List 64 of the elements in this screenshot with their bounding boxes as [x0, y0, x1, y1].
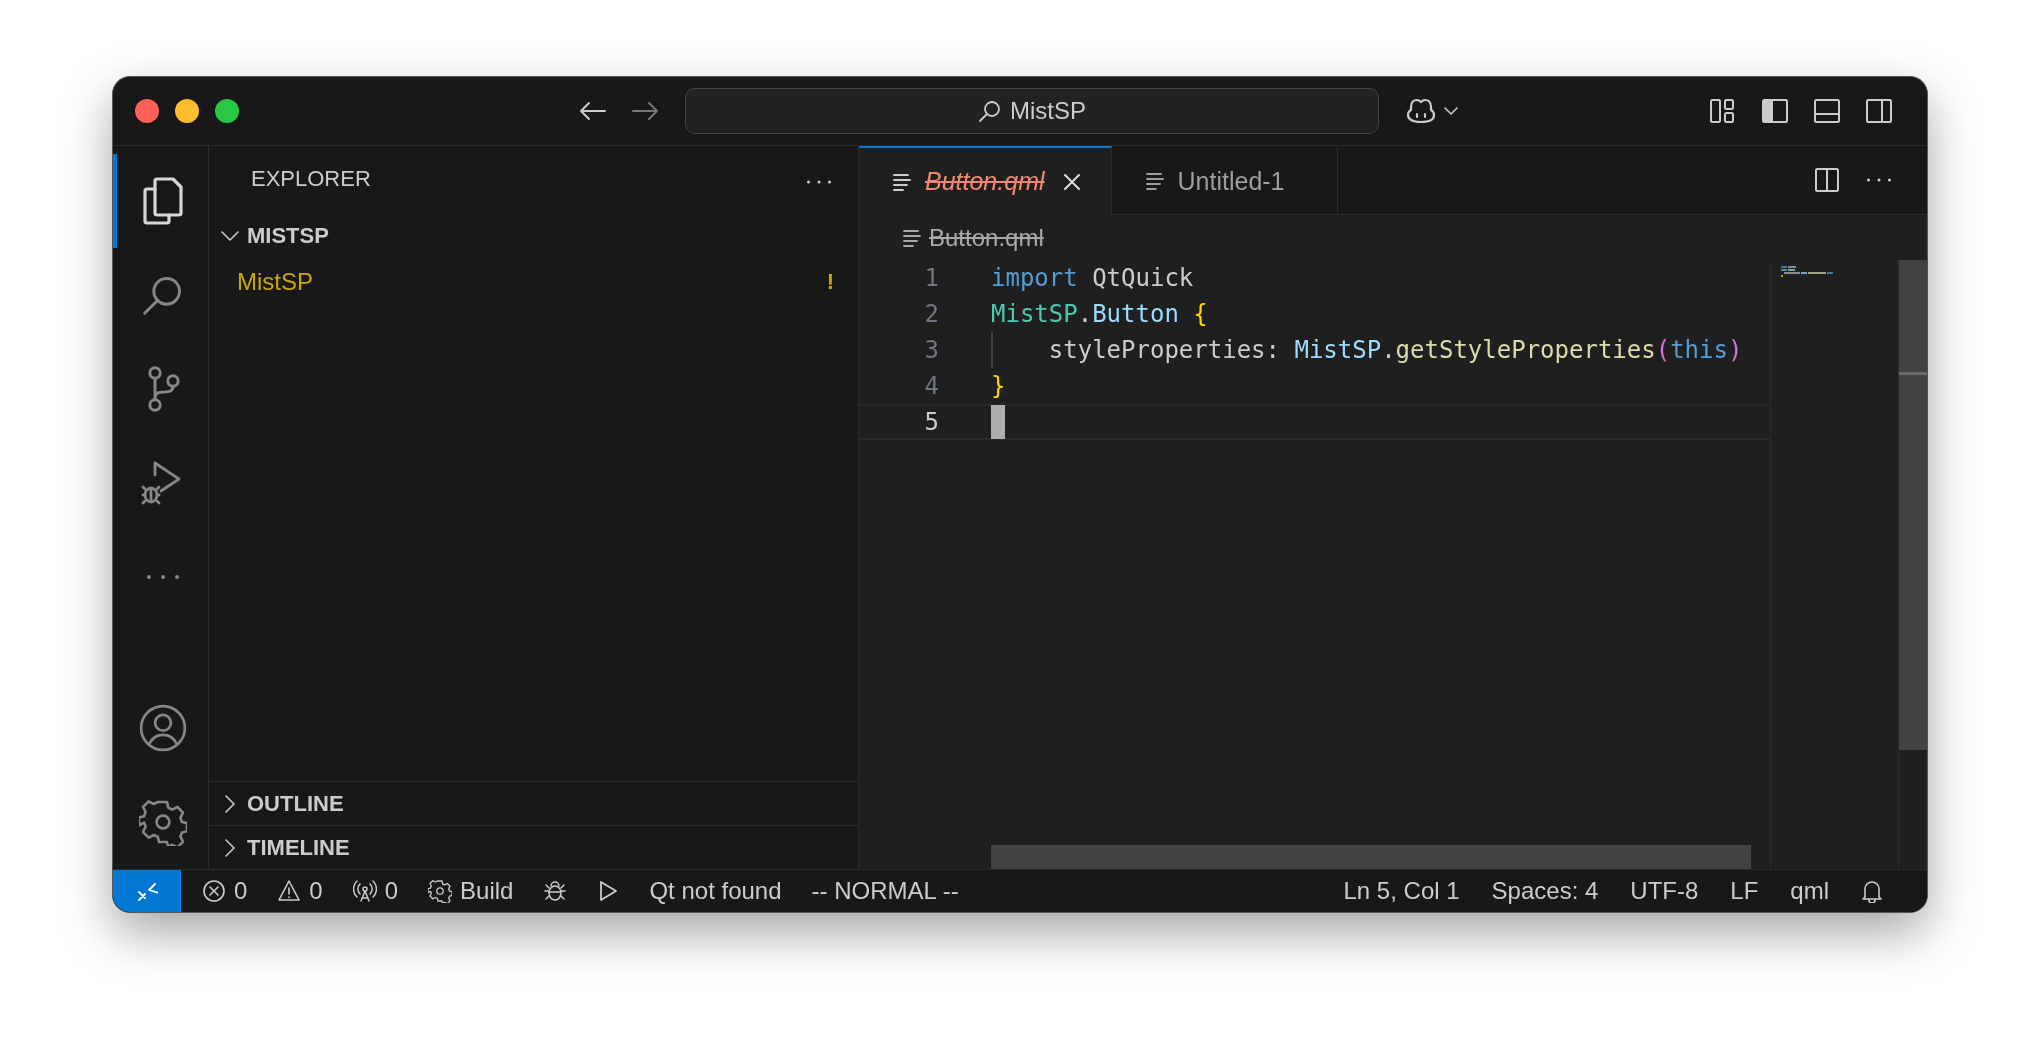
search-icon [978, 98, 1002, 124]
bug-icon [543, 879, 568, 903]
error-icon [202, 879, 226, 903]
problems-button[interactable]: 0 [187, 870, 263, 912]
remote-icon [136, 880, 158, 902]
ports-button[interactable]: 0 [337, 870, 414, 912]
gear-icon [428, 879, 453, 903]
line-number: 1 [923, 264, 939, 292]
command-center-search[interactable]: MistSP [685, 88, 1379, 134]
zoom-window-button[interactable] [215, 99, 239, 123]
minimize-window-button[interactable] [175, 99, 199, 123]
warning-icon [277, 879, 302, 903]
folder-header[interactable]: MISTSP [209, 212, 858, 260]
close-icon [1062, 172, 1081, 191]
files-icon [140, 177, 185, 225]
split-editor-icon [1813, 166, 1841, 194]
code-line: MistSP.Button { [991, 299, 1208, 330]
cursor-position-marker [1899, 372, 1927, 375]
broadcast-icon [352, 879, 377, 903]
line-number: 3 [923, 336, 939, 364]
file-lines-icon [893, 172, 911, 191]
sidebar-left-icon [1761, 97, 1789, 125]
robot-icon [1405, 97, 1437, 125]
layout-grid-icon [1709, 97, 1737, 125]
sidebar-right-icon [1865, 97, 1893, 125]
line-number: 4 [923, 372, 939, 400]
copilot-menu-button[interactable] [1405, 97, 1459, 125]
status-item[interactable]: Qt not found [634, 870, 797, 912]
file-lines-icon [903, 228, 921, 247]
line-number: 2 [923, 300, 939, 328]
settings-icon [138, 798, 187, 846]
vertical-scrollbar[interactable] [1899, 260, 1927, 750]
warning-label: ! [826, 269, 834, 295]
more-icon [804, 178, 834, 186]
code-line: } [991, 371, 1006, 402]
file-lines-icon [1145, 172, 1164, 190]
forward-arrow-icon [631, 101, 659, 121]
status-item[interactable]: Spaces: 4 [1475, 870, 1615, 912]
remote-button[interactable] [113, 870, 181, 912]
editor-tab[interactable]: Button.qml [859, 146, 1112, 215]
section-header[interactable]: OUTLINE [209, 781, 858, 825]
status-item[interactable]: Ln 5, Col 1 [1327, 870, 1476, 912]
horizontal-scrollbar[interactable] [991, 845, 1751, 869]
back-arrow-icon [579, 101, 607, 121]
status-item[interactable]: LF [1714, 870, 1775, 912]
play-icon [597, 879, 620, 903]
code-line: styleProperties: MistSP.getStyleProperties(this) [991, 332, 1743, 368]
line-number: 5 [923, 408, 939, 436]
code-line: import QtQuick [991, 263, 1194, 294]
problems-button[interactable]: 0 [262, 870, 338, 912]
chevron-down-icon [1443, 106, 1459, 116]
more-icon [1864, 176, 1894, 184]
panel-title: EXPLORER [251, 166, 372, 192]
status-item[interactable]: UTF-8 [1614, 870, 1715, 912]
account-icon [137, 703, 188, 753]
status-item[interactable]: -- NORMAL -- [796, 870, 974, 912]
bell-icon [1861, 879, 1883, 903]
build-button[interactable]: Build [413, 870, 529, 912]
search-text: MistSP [1010, 97, 1086, 125]
status-item[interactable]: qml [1774, 870, 1845, 912]
close-window-button[interactable] [135, 99, 159, 123]
file-item[interactable]: MistSP ! [209, 260, 858, 304]
panel-bottom-icon [1813, 97, 1841, 125]
breadcrumb[interactable]: Button.qml [859, 215, 1927, 260]
